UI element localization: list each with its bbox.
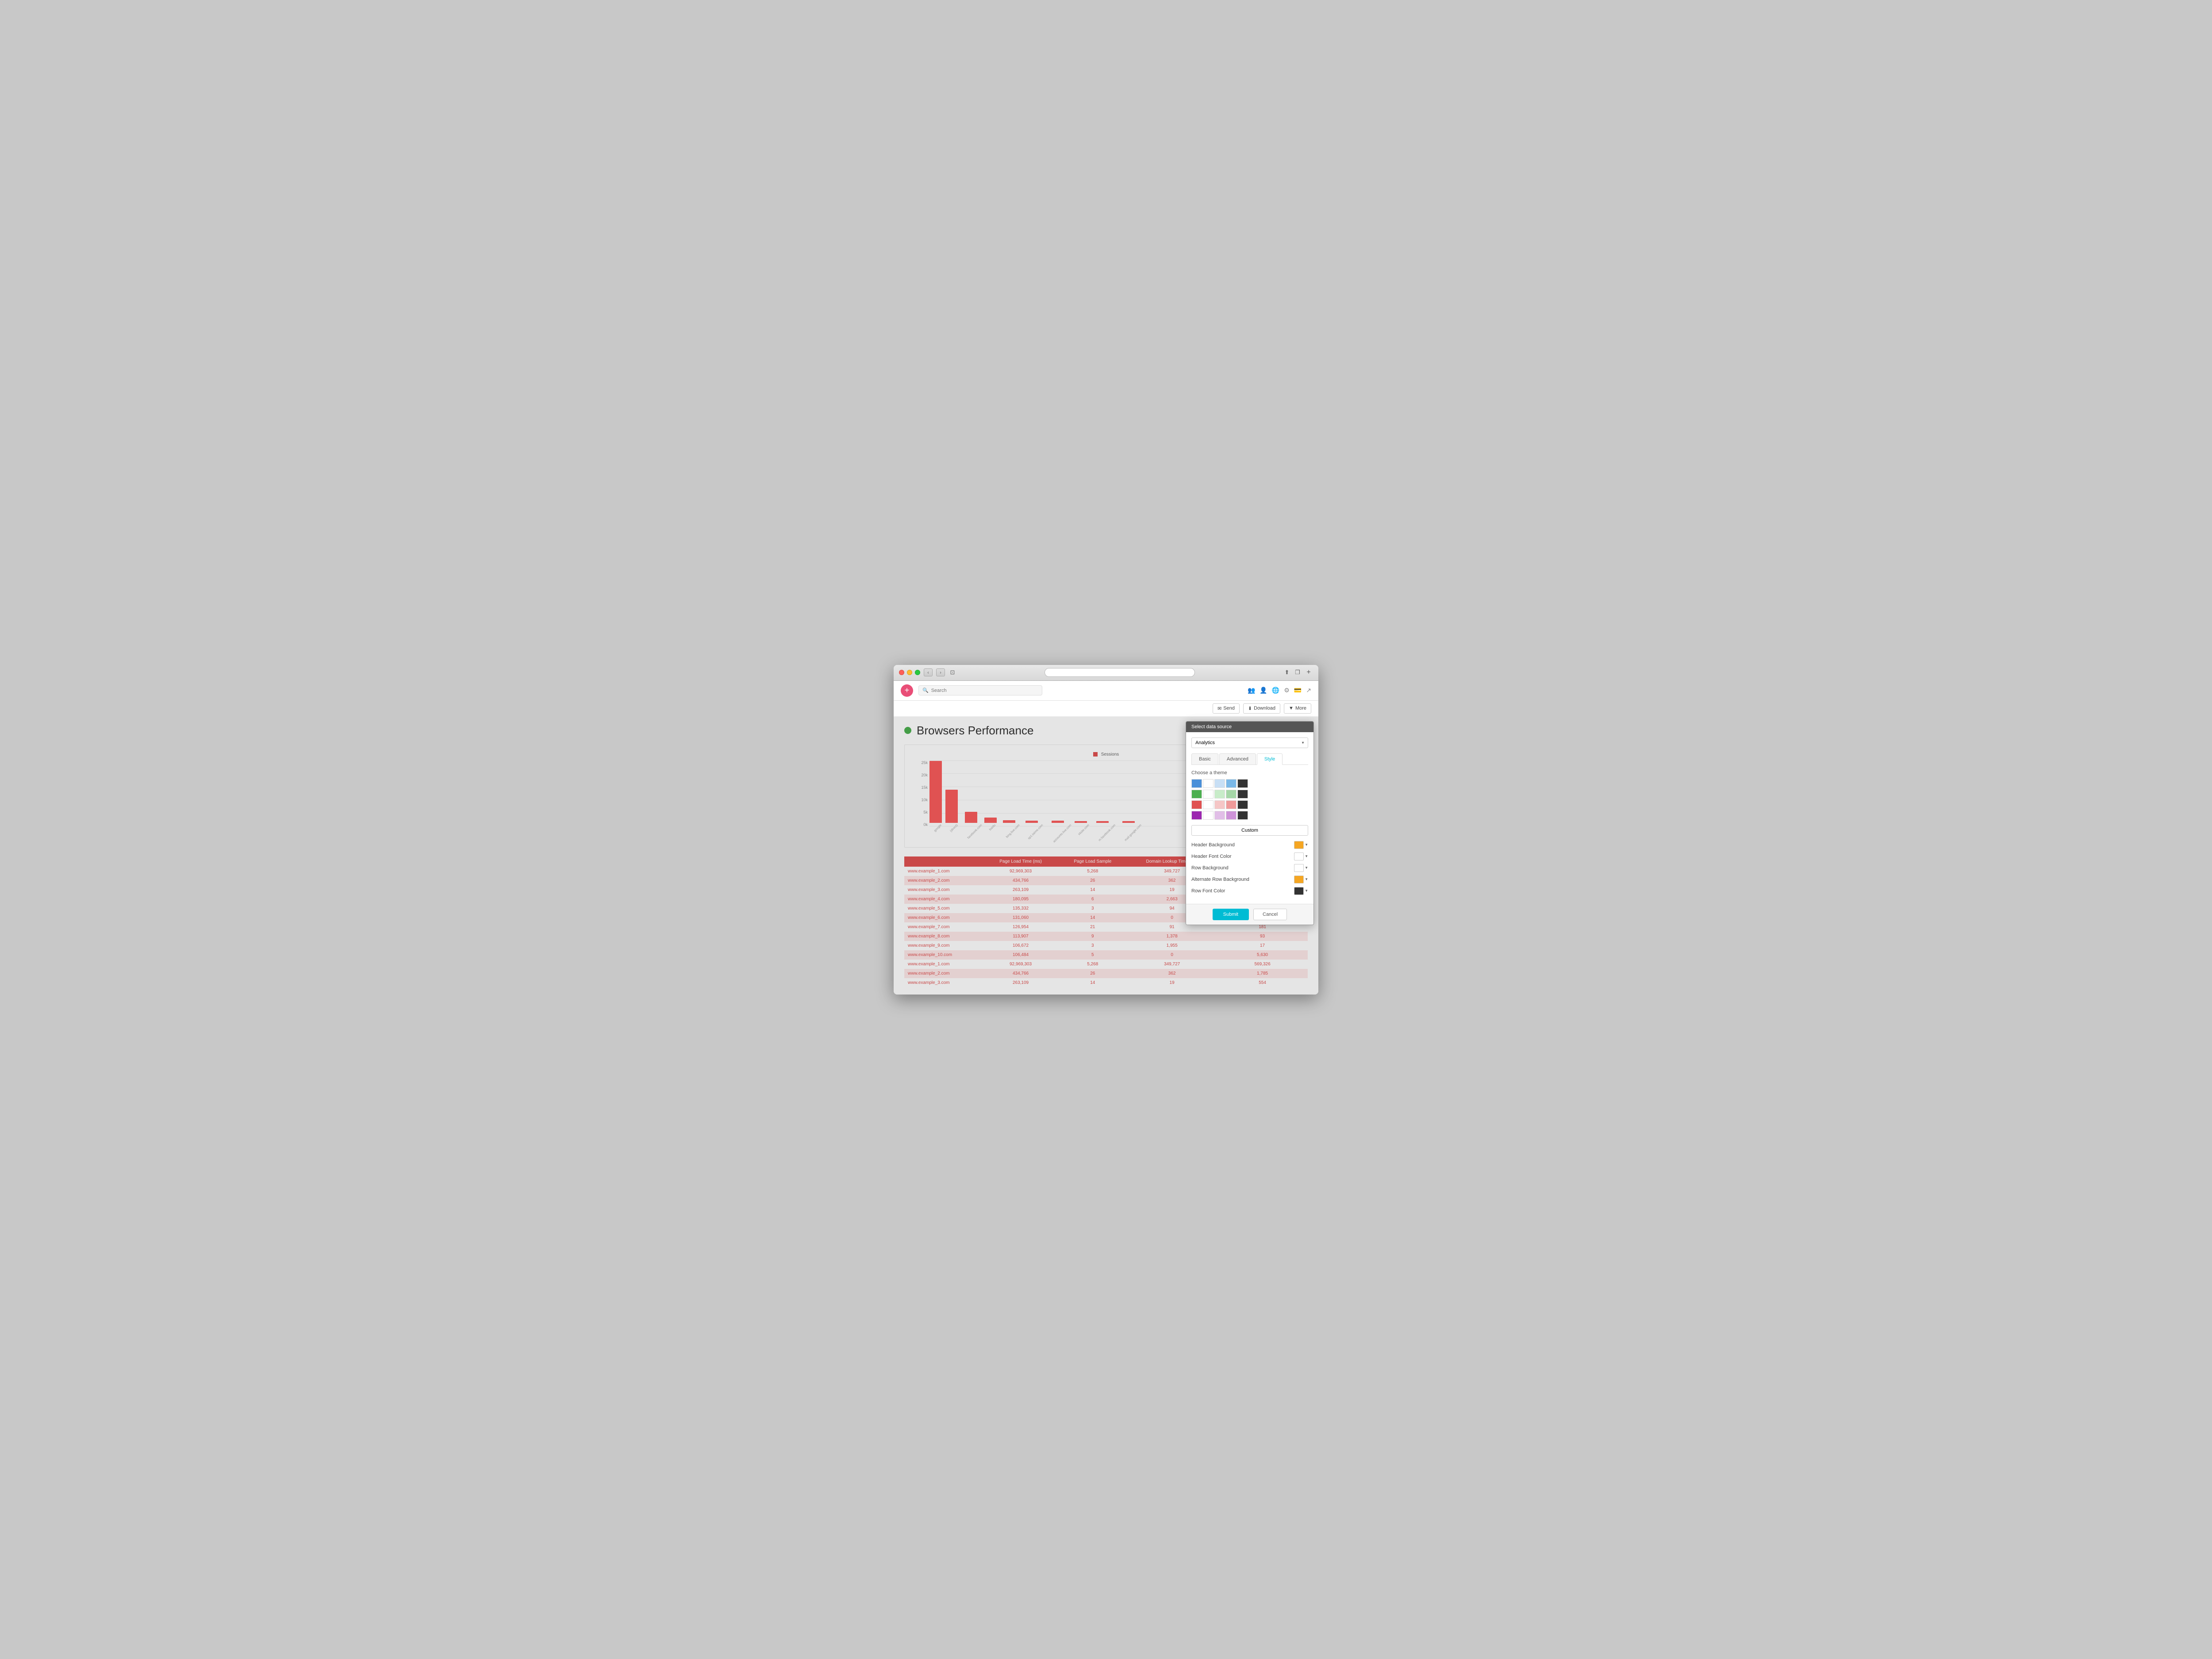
bars-wrap: google(direct)facebook.combaidubing.live… xyxy=(929,760,1300,827)
settings-icon[interactable]: ⚙ xyxy=(1284,687,1290,694)
chart-bar[interactable] xyxy=(1075,821,1087,823)
color-label-header_background: Header Background xyxy=(1191,842,1235,848)
bar-group: m.facebook.com xyxy=(1091,821,1114,827)
people-icon[interactable]: 👥 xyxy=(1248,687,1255,694)
modal-overlay: Select data source Analytics Custom ▼ Ba… xyxy=(894,717,1318,995)
browser-window: ‹ › ⊡ ⬆ ❐ + + 🔍 👥 👤 🌐 ⚙ 💳 ↗ xyxy=(894,665,1318,995)
search-bar: 🔍 xyxy=(918,685,1042,695)
download-label: Download xyxy=(1254,706,1275,711)
chart-bar[interactable] xyxy=(929,761,942,823)
share-icon[interactable]: ⬆ xyxy=(1283,668,1291,676)
submit-button[interactable]: Submit xyxy=(1213,909,1249,920)
bar-group: (direct) xyxy=(945,790,958,827)
address-bar-wrap xyxy=(960,668,1279,677)
color-setting-row-row_background: Row Background ▼ xyxy=(1191,864,1308,872)
color-picker-wrap-row_background: ▼ xyxy=(1294,864,1308,872)
color-swatch-header_font_color[interactable] xyxy=(1294,853,1304,860)
color-picker-wrap-row_font_color: ▼ xyxy=(1294,887,1308,895)
color-swatch-row_background[interactable] xyxy=(1294,864,1304,872)
color-swatch-row_font_color[interactable] xyxy=(1294,887,1304,895)
chart-bar[interactable] xyxy=(1003,820,1015,823)
bar-group: sp1.taime.com xyxy=(1022,821,1042,827)
header-icons: 👥 👤 🌐 ⚙ 💳 ↗ xyxy=(1248,687,1311,694)
minimize-button[interactable] xyxy=(907,670,912,675)
bar-group: accounts.live.com xyxy=(1045,821,1070,827)
color-arrow-row_font_color[interactable]: ▼ xyxy=(1305,889,1308,893)
traffic-lights xyxy=(899,670,920,675)
download-button[interactable]: ⬇ Download xyxy=(1243,703,1280,714)
chart-bar[interactable] xyxy=(1052,821,1064,823)
export-icon[interactable]: ↗ xyxy=(1306,687,1311,694)
close-button[interactable] xyxy=(899,670,904,675)
send-icon: ✉ xyxy=(1217,706,1221,711)
app-content: + 🔍 👥 👤 🌐 ⚙ 💳 ↗ ✉ Send ⬇ Download xyxy=(894,681,1318,995)
chart-bar[interactable] xyxy=(1096,821,1109,823)
color-picker-wrap-alt_row_background: ▼ xyxy=(1294,876,1308,883)
bar-group: facebook.com xyxy=(961,812,981,827)
color-setting-row-header_font_color: Header Font Color ▼ xyxy=(1191,853,1308,860)
color-arrow-row_background[interactable]: ▼ xyxy=(1305,866,1308,870)
color-label-alt_row_background: Alternate Row Background xyxy=(1191,877,1249,882)
datasource-select-wrap: Analytics Custom ▼ xyxy=(1191,737,1308,748)
chart-bar[interactable] xyxy=(965,812,977,823)
bar-group: t4site.com xyxy=(1074,821,1088,827)
send-button[interactable]: ✉ Send xyxy=(1213,703,1240,714)
duplicate-icon[interactable]: ❐ xyxy=(1294,668,1302,676)
address-bar[interactable] xyxy=(1045,668,1195,677)
bar-group: bing.live.com xyxy=(1000,820,1018,827)
datasource-select[interactable]: Analytics Custom xyxy=(1191,737,1308,748)
new-tab-button[interactable]: + xyxy=(1304,668,1313,677)
color-setting-row-alt_row_background: Alternate Row Background ▼ xyxy=(1191,876,1308,883)
color-label-row_background: Row Background xyxy=(1191,865,1229,871)
color-arrow-alt_row_background[interactable]: ▼ xyxy=(1305,877,1308,881)
back-button[interactable]: ‹ xyxy=(924,668,933,676)
bar-group: baidu xyxy=(984,818,997,827)
modal-footer: Submit Cancel xyxy=(1186,904,1313,925)
download-icon: ⬇ xyxy=(1248,706,1252,711)
forward-button[interactable]: › xyxy=(936,668,945,676)
more-button[interactable]: ▼ More xyxy=(1284,703,1311,714)
chart-bar[interactable] xyxy=(1025,821,1038,823)
main-area: Browsers Performance Sessions 25k 20k 15… xyxy=(894,717,1318,995)
search-icon: 🔍 xyxy=(922,687,929,693)
color-setting-row-header_background: Header Background ▼ xyxy=(1191,841,1308,849)
account-icon[interactable]: 👤 xyxy=(1260,687,1267,694)
card-icon[interactable]: 💳 xyxy=(1294,687,1302,694)
more-label: More xyxy=(1295,706,1306,711)
color-arrow-header_background[interactable]: ▼ xyxy=(1305,843,1308,847)
color-setting-row-row_font_color: Row Font Color ▼ xyxy=(1191,887,1308,895)
send-label: Send xyxy=(1223,706,1235,711)
bar-group: google xyxy=(929,761,942,827)
chart-bar[interactable] xyxy=(945,790,958,823)
cancel-button[interactable]: Cancel xyxy=(1253,909,1287,920)
toolbar: ✉ Send ⬇ Download ▼ More xyxy=(894,701,1318,717)
color-arrow-header_font_color[interactable]: ▼ xyxy=(1305,854,1308,858)
modal-title-bar: Select data source xyxy=(1186,722,1313,732)
color-swatch-header_background[interactable] xyxy=(1294,841,1304,849)
bar-group: mail.google.com xyxy=(1118,821,1140,827)
sidebar-toggle-icon[interactable]: ⊡ xyxy=(949,668,956,676)
color-settings: Header Background▼Header Font Color▼Row … xyxy=(1191,841,1308,895)
app-header: + 🔍 👥 👤 🌐 ⚙ 💳 ↗ xyxy=(894,681,1318,701)
chart-bar[interactable] xyxy=(1122,821,1135,823)
chart-bar[interactable] xyxy=(984,818,997,823)
title-bar-right: ⬆ ❐ + xyxy=(1283,668,1313,677)
search-input[interactable] xyxy=(931,688,1038,693)
more-triangle-icon: ▼ xyxy=(1289,706,1294,711)
maximize-button[interactable] xyxy=(915,670,920,675)
add-button[interactable]: + xyxy=(901,684,913,697)
color-picker-wrap-header_background: ▼ xyxy=(1294,841,1308,849)
globe-icon[interactable]: 🌐 xyxy=(1272,687,1279,694)
modal-title: Select data source xyxy=(1191,724,1232,730)
color-picker-wrap-header_font_color: ▼ xyxy=(1294,853,1308,860)
color-label-row_font_color: Row Font Color xyxy=(1191,888,1225,894)
color-swatch-alt_row_background[interactable] xyxy=(1294,876,1304,883)
title-bar: ‹ › ⊡ ⬆ ❐ + xyxy=(894,665,1318,681)
color-label-header_font_color: Header Font Color xyxy=(1191,854,1232,859)
